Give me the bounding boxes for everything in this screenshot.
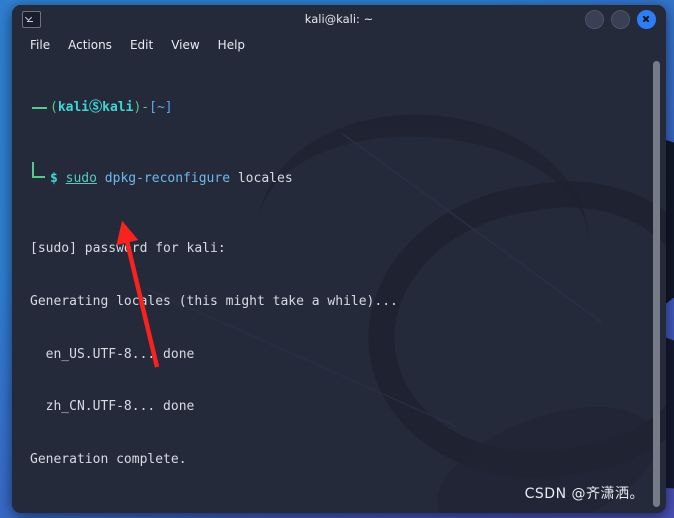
menu-item-file[interactable]: File: [30, 38, 50, 52]
terminal-content[interactable]: (kaliⓈkali)-[~] $ sudo dpkg-reconfigure …: [12, 57, 666, 513]
prompt-at-icon: Ⓢ: [89, 100, 103, 116]
terminal-output-line: zh_CN.UTF-8... done: [30, 399, 195, 415]
prompt-dollar: $: [50, 170, 58, 186]
terminal-output-line: Generating locales (this might take a wh…: [30, 293, 398, 309]
watermark-text: CSDN @齐潇洒。: [524, 486, 644, 502]
prompt-user: kali: [57, 100, 90, 116]
terminal-output-line: Generation complete.: [30, 452, 187, 468]
command-body: dpkg-reconfigure: [96, 170, 238, 186]
terminal-output-line: [sudo] password for kali:: [30, 240, 226, 256]
minimize-button[interactable]: [585, 9, 604, 29]
window-controls: [585, 9, 658, 29]
desktop-background: kali@kali: ~ File Actions Edit View Help…: [0, 0, 674, 518]
menu-item-actions[interactable]: Actions: [68, 38, 112, 52]
menu-bar: File Actions Edit View Help: [12, 33, 666, 57]
prompt-host: kali: [102, 100, 134, 116]
prompt-line-1: (kaliⓈkali)-[~]: [30, 99, 398, 117]
menu-item-help[interactable]: Help: [218, 38, 245, 52]
menu-item-view[interactable]: View: [171, 38, 199, 52]
close-button[interactable]: [637, 9, 656, 29]
window-title: kali@kali: ~: [304, 12, 374, 26]
command-line-1: $ sudo dpkg-reconfigure locales: [30, 161, 398, 188]
command-sudo: sudo: [65, 170, 97, 186]
vertical-scrollbar[interactable]: [652, 57, 661, 513]
prompt-paren-open: (: [50, 100, 58, 116]
terminal-icon: [22, 10, 41, 28]
terminal-output-text: (kaliⓈkali)-[~] $ sudo dpkg-reconfigure …: [30, 64, 398, 513]
scrollbar-thumb[interactable]: [653, 61, 660, 507]
menu-item-edit[interactable]: Edit: [130, 38, 153, 52]
prompt-dash: -: [141, 100, 150, 116]
terminal-output-line: en_US.UTF-8... done: [30, 346, 195, 362]
prompt-path: [~]: [149, 100, 173, 116]
maximize-button[interactable]: [611, 9, 630, 29]
window-titlebar[interactable]: kali@kali: ~: [12, 5, 666, 33]
command-arg: locales: [237, 170, 293, 186]
terminal-window: kali@kali: ~ File Actions Edit View Help…: [12, 5, 666, 513]
